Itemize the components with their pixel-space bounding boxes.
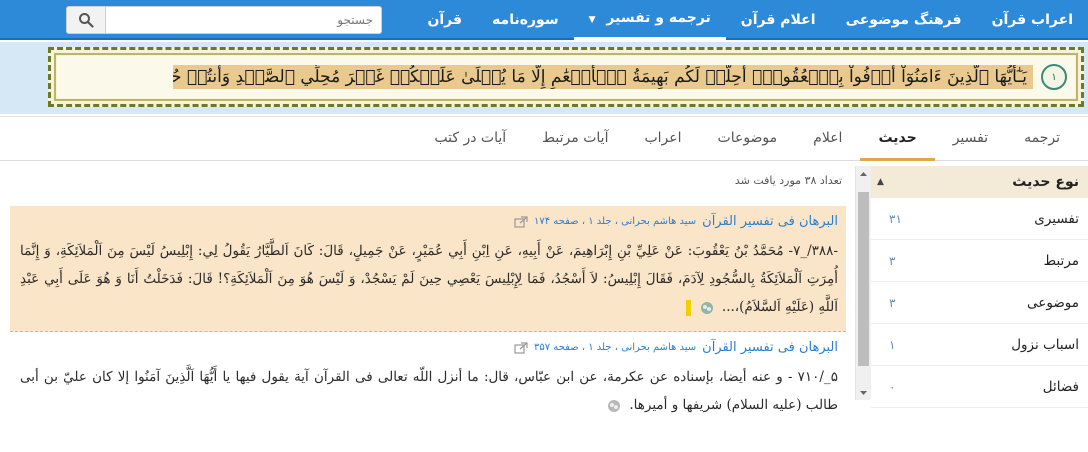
nav-item-quran[interactable]: قرآن [412,0,477,40]
filter-title: نوع حدیث [1012,174,1079,190]
tab-translation[interactable]: ترجمه [1006,117,1078,161]
filter-item-count: ۳ [889,295,896,310]
search-button[interactable] [66,6,106,34]
nav-item-translation-tafsir[interactable]: ترجمه و تفسیر ▼ [573,0,726,40]
filter-item-related[interactable]: مرتبط ۳ [871,240,1088,282]
scroll-down-icon[interactable] [859,388,868,397]
nav-item-label: ترجمه و تفسیر [606,10,711,26]
search-input[interactable] [106,6,382,34]
filter-item-tafsiri[interactable]: تفسیری ۳۱ [871,198,1088,240]
tab-topics[interactable]: موضوعات [700,117,796,161]
filter-header[interactable]: نوع حدیث ▲ [871,166,1088,198]
filter-item-asbab-nuzul[interactable]: اسباب نزول ۱ [871,324,1088,366]
hadith-type-filter: نوع حدیث ▲ تفسیری ۳۱ مرتبط ۳ موضوعی ۳ اس… [855,166,1088,408]
main-nav: قرآن سوره‌نامه ترجمه و تفسیر ▼ اعلام قرآ… [412,0,1088,40]
filter-item-count: ۳۱ [889,211,902,226]
verse-number-badge: ١ [1041,64,1067,90]
nav-item-erab-quran[interactable]: اعراب قرآن [977,0,1088,40]
sidebar-scrollbar[interactable] [856,166,871,400]
tab-tafsir[interactable]: تفسیر [935,117,1006,161]
filter-item-count: ۳ [889,253,896,268]
hadith-item: البرهان فی تفسیر القرآن سید هاشم بحرانی … [10,332,846,429]
hadith-text: ۵_/۷۱۰ - و عنه أيضا، بإسناده عن عكرمة، ع… [20,363,838,419]
hadith-source-meta: سید هاشم بحرانی ، جلد ۱ ، صفحه ۱۷۴ [533,216,697,227]
filter-item-label: تفسیری [1034,210,1079,227]
tab-alam[interactable]: اعلام [795,117,860,161]
verse-text[interactable]: يَـٰٓأَيُّهَا ٱلَّذِينَ ءَامَنُوٓاْ أَوۡ… [173,65,1033,89]
tab-verses-in-books[interactable]: آیات در کتب [416,117,524,161]
chevron-up-icon[interactable]: ▲ [877,177,884,187]
filter-item-label: فضائل [1042,378,1079,395]
tab-related-verses[interactable]: آیات مرتبط [524,117,626,161]
tab-hadith[interactable]: حدیث [860,117,935,161]
hadith-body: ۵_/۷۱۰ - و عنه أيضا، بإسناده عن عكرمة، ع… [20,369,838,413]
scroll-up-icon[interactable] [859,170,868,179]
hadith-text: -۳۸۸/_۷- مُحَمَّدُ بْنُ يَعْقُوبَ: عَنْ … [20,237,838,321]
hadith-header: البرهان فی تفسیر القرآن سید هاشم بحرانی … [20,214,838,229]
verse-inner: يَـٰٓأَيُّهَا ٱلَّذِينَ ءَامَنُوٓاْ أَوۡ… [57,56,1075,98]
search-box [66,6,382,34]
filter-item-count: ۰ [889,379,896,394]
filter-list: تفسیری ۳۱ مرتبط ۳ موضوعی ۳ اسباب نزول ۱ … [871,198,1088,408]
external-link-icon[interactable] [514,215,528,228]
top-navbar: قرآن سوره‌نامه ترجمه و تفسیر ▼ اعلام قرآ… [0,0,1088,40]
tab-erab[interactable]: اعراب [626,117,699,161]
hadith-book-link[interactable]: البرهان فی تفسیر القرآن [702,340,838,355]
hadith-body: -۳۸۸/_۷- مُحَمَّدُ بْنُ يَعْقُوبَ: عَنْ … [20,243,838,315]
hadith-results: تعداد ۳۸ مورد یافت شد البرهان فی تفسیر ا… [10,166,846,452]
search-icon [79,13,94,28]
filter-item-label: موضوعی [1027,294,1079,311]
nav-item-surahnameh[interactable]: سوره‌نامه [477,0,574,40]
highlight-marker [686,299,692,316]
filter-item-label: اسباب نزول [1011,336,1079,353]
filter-item-fazail[interactable]: فضائل ۰ [871,366,1088,408]
nav-item-alam-quran[interactable]: اعلام قرآن [726,0,831,40]
chevron-down-icon: ▼ [588,15,596,25]
tab-list: ترجمه تفسیر حدیث اعلام موضوعات اعراب آیا… [416,117,1078,161]
hadith-header: البرهان فی تفسیر القرآن سید هاشم بحرانی … [20,340,838,355]
more-detail-icon[interactable] [699,300,715,316]
external-link-icon[interactable] [514,341,528,354]
content-tabs: ترجمه تفسیر حدیث اعلام موضوعات اعراب آیا… [0,116,1088,161]
verse-frame: يَـٰٓأَيُّهَا ٱلَّذِينَ ءَامَنُوٓاْ أَوۡ… [48,47,1084,107]
filter-item-count: ۱ [889,337,896,352]
result-count: تعداد ۳۸ مورد یافت شد [734,174,842,187]
hadith-source-meta: سید هاشم بحرانی ، جلد ۱ ، صفحه ۳۵۷ [533,342,697,353]
filter-item-topical[interactable]: موضوعی ۳ [871,282,1088,324]
verse-banner: يَـٰٓأَيُّهَا ٱلَّذِينَ ءَامَنُوٓاْ أَوۡ… [0,42,1088,114]
filter-item-label: مرتبط [1043,252,1079,269]
scrollbar-thumb[interactable] [858,192,869,366]
nav-item-topic-dictionary[interactable]: فرهنگ موضوعی [831,0,977,40]
hadith-book-link[interactable]: البرهان فی تفسیر القرآن [702,214,838,229]
hadith-item: البرهان فی تفسیر القرآن سید هاشم بحرانی … [10,206,846,332]
more-detail-icon[interactable] [606,398,622,414]
